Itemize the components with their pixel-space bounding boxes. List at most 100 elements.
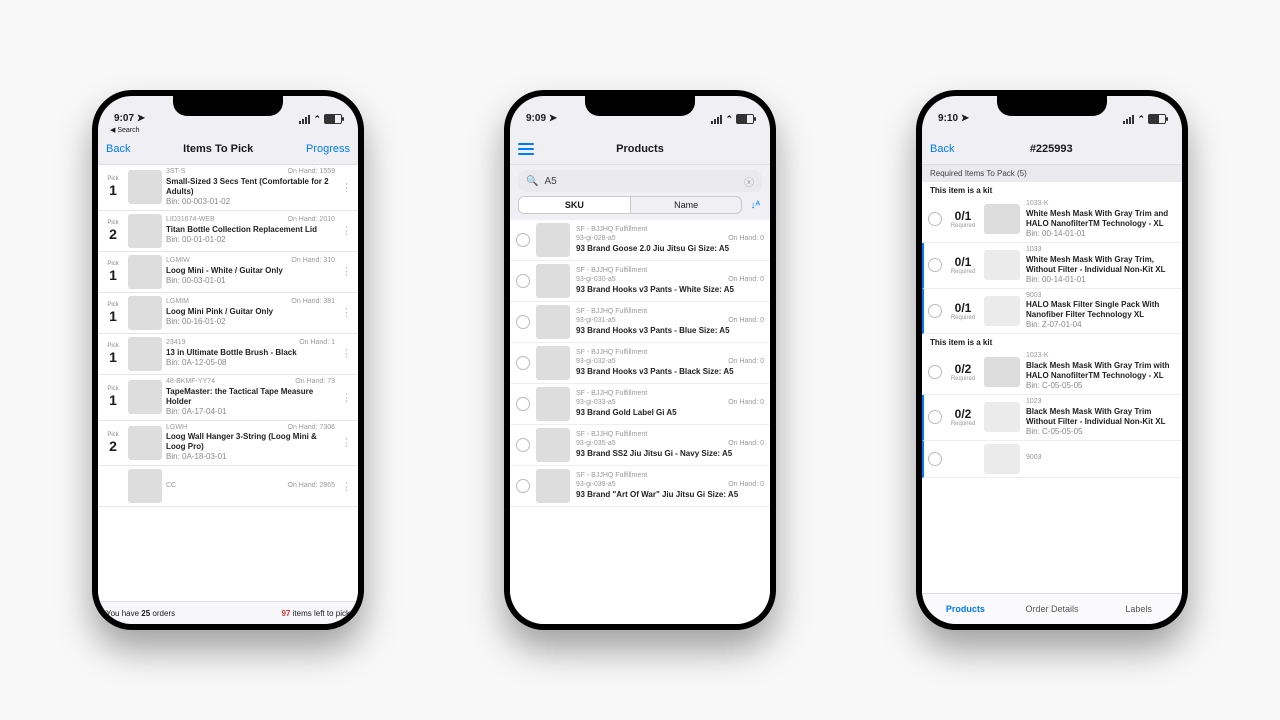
radio-select[interactable]	[928, 365, 942, 379]
pack-row[interactable]: 0/1Required1033-KWhite Mesh Mask With Gr…	[922, 197, 1182, 243]
sku: CC	[166, 482, 176, 491]
back-to-search[interactable]: ◀ Search	[98, 126, 358, 134]
product-row[interactable]: SF - BJJHQ Fulfillment93-gi-030-a5On Han…	[510, 261, 770, 302]
pick-row[interactable]: Pick2LID31674-WEBOn Hand: 2010Titan Bott…	[98, 211, 358, 252]
pack-row[interactable]: 0/2Required1023-KBlack Mesh Mask With Gr…	[922, 349, 1182, 395]
pack-qty: 0/2Required	[948, 362, 978, 382]
signal-icon	[711, 115, 722, 124]
radio-select[interactable]	[516, 479, 530, 493]
product-row[interactable]: SF - BJJHQ Fulfillment93-gi-032-a5On Han…	[510, 343, 770, 384]
segment-control[interactable]: SKU Name	[518, 196, 742, 214]
pack-row[interactable]: 0/1Required9003HALO Mask Filter Single P…	[922, 289, 1182, 335]
row-main: 1033-KWhite Mesh Mask With Gray Trim and…	[1026, 200, 1176, 239]
pack-list[interactable]: This item is a kit0/1Required1033-KWhite…	[922, 182, 1182, 593]
product-thumbnail	[536, 346, 570, 380]
more-icon[interactable]: ⋮	[339, 436, 354, 449]
battery-icon	[736, 114, 754, 124]
sku: 1033	[1026, 246, 1042, 255]
on-hand: On Hand: 0	[728, 440, 764, 449]
product-thumbnail	[536, 469, 570, 503]
row-main: SF - BJJHQ Fulfillment93-gi-033-a5On Han…	[576, 390, 764, 418]
row-main: 9003	[1026, 454, 1176, 463]
row-main: 1023Black Mesh Mask With Gray Trim Witho…	[1026, 398, 1176, 437]
product-thumbnail	[536, 305, 570, 339]
seg-sku[interactable]: SKU	[519, 197, 630, 213]
tab-products[interactable]: Products	[922, 604, 1009, 614]
radio-select[interactable]	[516, 438, 530, 452]
product-name: Loog Mini Pink / Guitar Only	[166, 307, 335, 317]
product-row[interactable]: SF - BJJHQ Fulfillment93-gi-028-a5On Han…	[510, 220, 770, 261]
product-thumbnail	[984, 402, 1020, 432]
nav-progress[interactable]: Progress	[306, 143, 350, 155]
pick-list[interactable]: Pick13ST-SOn Hand: 1559Small-Sized 3 Sec…	[98, 165, 358, 601]
pick-qty: Pick1	[102, 386, 124, 408]
on-hand: On Hand: 310	[291, 257, 335, 266]
pick-row[interactable]: Pick13ST-SOn Hand: 1559Small-Sized 3 Sec…	[98, 165, 358, 211]
product-thumbnail	[128, 337, 162, 371]
on-hand: On Hand: 381	[291, 298, 335, 307]
sku: 3ST-S	[166, 168, 185, 177]
sku: LGMIM	[166, 298, 189, 307]
radio-select[interactable]	[928, 258, 942, 272]
product-thumbnail	[536, 428, 570, 462]
radio-select[interactable]	[928, 410, 942, 424]
pick-row[interactable]: CCOn Hand: 2865⋮	[98, 466, 358, 507]
product-row[interactable]: SF - BJJHQ Fulfillment93-gi-035-a5On Han…	[510, 425, 770, 466]
radio-select[interactable]	[516, 274, 530, 288]
wifi-icon: ⌃	[1137, 115, 1145, 124]
product-name: White Mesh Mask With Gray Trim and HALO …	[1026, 209, 1176, 229]
nav-back[interactable]: Back	[106, 143, 130, 155]
screen-products: 9:09 ➤ ⌃ Products 🔍 A5 ⓧ	[510, 96, 770, 624]
radio-select[interactable]	[516, 315, 530, 329]
row-main: 23419On Hand: 113 in Ultimate Bottle Bru…	[166, 339, 335, 368]
pack-row[interactable]: 0/2Required1023Black Mesh Mask With Gray…	[922, 395, 1182, 441]
pick-row[interactable]: Pick2LGWHOn Hand: 7306Loog Wall Hanger 3…	[98, 421, 358, 467]
row-main: SF - BJJHQ Fulfillment93-gi-039-a5On Han…	[576, 472, 764, 500]
location-icon: ➤	[137, 113, 145, 124]
radio-select[interactable]	[928, 304, 942, 318]
more-icon[interactable]: ⋮	[339, 265, 354, 278]
nav-bar: Back #225993	[922, 134, 1182, 165]
pick-row[interactable]: Pick123419On Hand: 113 in Ultimate Bottl…	[98, 334, 358, 375]
pick-qty: Pick1	[102, 261, 124, 283]
radio-select[interactable]	[516, 397, 530, 411]
search-value: A5	[544, 176, 738, 187]
product-row[interactable]: SF - BJJHQ Fulfillment93-gi-031-a5On Han…	[510, 302, 770, 343]
more-icon[interactable]: ⋮	[339, 480, 354, 493]
nav-back[interactable]: Back	[930, 143, 954, 155]
more-icon[interactable]: ⋮	[339, 347, 354, 360]
radio-select[interactable]	[928, 212, 942, 226]
device-frame-pick: 9:07 ➤ ⌃ ◀ Search Back Items To Pick Pro…	[92, 90, 364, 630]
more-icon[interactable]: ⋮	[339, 181, 354, 194]
seg-name[interactable]: Name	[630, 197, 742, 213]
product-name: 93 Brand "Art Of War" Jiu Jitsu Gi Size:…	[576, 490, 764, 500]
product-name: Loog Mini - White / Guitar Only	[166, 266, 335, 276]
pick-row[interactable]: Pick148-BKMF-YY74On Hand: 73TapeMaster: …	[98, 375, 358, 421]
tab-labels[interactable]: Labels	[1095, 604, 1182, 614]
product-row[interactable]: SF - BJJHQ Fulfillment93-gi-039-a5On Han…	[510, 466, 770, 507]
radio-select[interactable]	[516, 356, 530, 370]
pack-row[interactable]: 0/1Required1033White Mesh Mask With Gray…	[922, 243, 1182, 289]
search-icon: 🔍	[526, 176, 538, 187]
wifi-icon: ⌃	[725, 115, 733, 124]
product-name: Black Mesh Mask With Gray Trim with HALO…	[1026, 361, 1176, 381]
clear-icon[interactable]: ⓧ	[744, 174, 754, 189]
more-icon[interactable]: ⋮	[339, 391, 354, 404]
source: SF - BJJHQ Fulfillment	[576, 390, 647, 399]
sort-icon[interactable]: ↓ᴬ	[748, 200, 762, 211]
pack-row[interactable]: 9003	[922, 441, 1182, 478]
product-name: 93 Brand Goose 2.0 Jiu Jitsu Gi Size: A5	[576, 244, 764, 254]
tab-order-details[interactable]: Order Details	[1009, 604, 1096, 614]
menu-icon[interactable]	[518, 143, 534, 155]
product-list[interactable]: SF - BJJHQ Fulfillment93-gi-028-a5On Han…	[510, 220, 770, 624]
sku: 9003	[1026, 292, 1042, 301]
pick-row[interactable]: Pick1LGMIMOn Hand: 381Loog Mini Pink / G…	[98, 293, 358, 334]
product-name: 93 Brand SS2 Jiu Jitsu Gi - Navy Size: A…	[576, 449, 764, 459]
radio-select[interactable]	[516, 233, 530, 247]
search-input[interactable]: 🔍 A5 ⓧ	[518, 170, 762, 192]
more-icon[interactable]: ⋮	[339, 224, 354, 237]
product-row[interactable]: SF - BJJHQ Fulfillment93-gi-033-a5On Han…	[510, 384, 770, 425]
more-icon[interactable]: ⋮	[339, 306, 354, 319]
radio-select[interactable]	[928, 452, 942, 466]
pick-row[interactable]: Pick1LGMIWOn Hand: 310Loog Mini - White …	[98, 252, 358, 293]
